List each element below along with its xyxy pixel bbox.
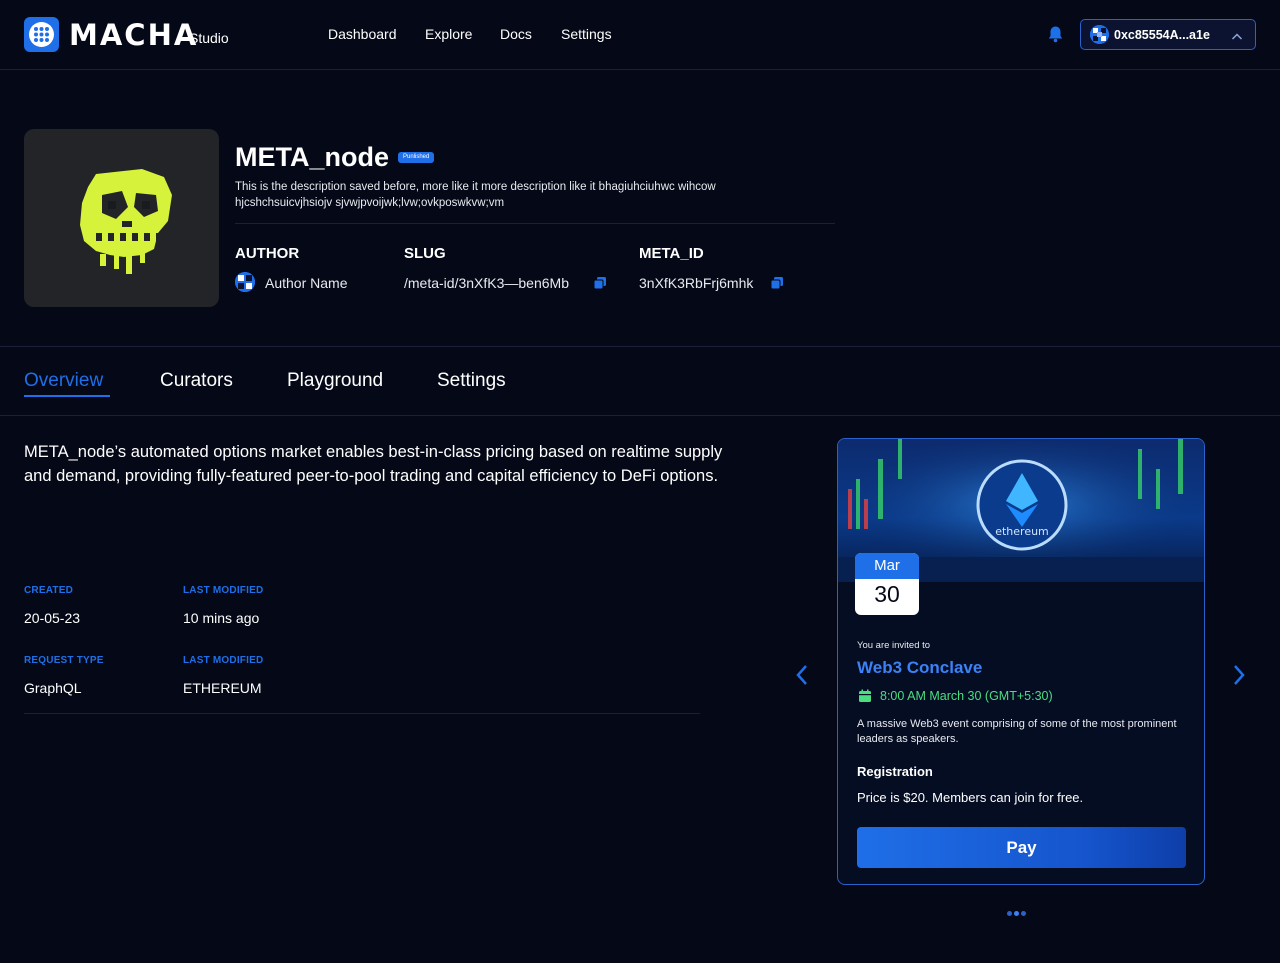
last-modified-value: 10 mins ago [183, 610, 260, 626]
carousel-prev-arrow-icon[interactable] [794, 663, 810, 692]
wallet-dropdown[interactable]: 0xc85554A...a1e [1080, 19, 1256, 50]
metaid-value: 3nXfK3RbFrj6mhk [639, 275, 754, 291]
copy-slug-icon[interactable] [593, 276, 607, 295]
event-description: A massive Web3 event comprising of some … [857, 718, 1177, 745]
brand-name: MACHA [69, 18, 199, 52]
metaid-label: META_ID [639, 245, 704, 262]
banner-text: ethereum [995, 525, 1049, 538]
request-type-value: GraphQL [24, 680, 82, 696]
slug-label: SLUG [404, 245, 446, 262]
created-label: CREATED [24, 585, 73, 596]
tab-bar: Overview Curators Playground Settings [0, 347, 1280, 416]
carousel-dots [1007, 903, 1028, 921]
wallet-avatar-icon [1090, 25, 1109, 44]
nav-link-explore[interactable]: Explore [425, 26, 472, 42]
registration-price: Price is $20. Members can join for free. [857, 790, 1084, 805]
carousel-dot-active[interactable] [1014, 911, 1019, 916]
project-title: META_node [235, 142, 389, 172]
tab-curators[interactable]: Curators [160, 370, 233, 392]
pay-button[interactable]: Pay [857, 827, 1186, 868]
divider [24, 713, 700, 714]
project-description: This is the description saved before, mo… [235, 181, 716, 209]
nav-link-docs[interactable]: Docs [500, 26, 532, 42]
project-avatar [24, 129, 219, 307]
notification-bell-icon[interactable] [1047, 25, 1064, 48]
last-modified-label: LAST MODIFIED [183, 585, 264, 596]
last-modified-value-2: ETHEREUM [183, 680, 262, 696]
last-modified-label-2: LAST MODIFIED [183, 655, 264, 666]
divider [235, 223, 835, 224]
top-navbar: MACHA Studio Dashboard Explore Docs Sett… [0, 0, 1280, 70]
ape-skull-icon [80, 169, 172, 274]
calendar-icon [858, 689, 872, 708]
invite-text: You are invited to [857, 640, 931, 651]
nav-link-dashboard[interactable]: Dashboard [328, 26, 397, 42]
copy-metaid-icon[interactable] [770, 276, 784, 295]
status-badge: Punlished [398, 152, 435, 163]
created-value: 20-05-23 [24, 610, 81, 626]
registration-label: Registration [857, 764, 933, 779]
tab-active-indicator [24, 395, 110, 397]
request-type-label: REQUEST TYPE [24, 655, 104, 666]
brand-subtitle: Studio [189, 30, 229, 46]
tab-settings[interactable]: Settings [437, 370, 506, 392]
tab-overview[interactable]: Overview [24, 370, 103, 392]
profile-header: META_node Punlished This is the descript… [0, 70, 1280, 347]
macha-logo-icon[interactable] [24, 17, 59, 52]
chevron-up-icon [1231, 29, 1243, 47]
wallet-address: 0xc85554A...a1e [1114, 28, 1210, 42]
event-card: ethereum Mar 30 You are invited to Web3 … [837, 438, 1205, 885]
event-title[interactable]: Web3 Conclave [857, 658, 982, 678]
carousel-dot[interactable] [1021, 911, 1026, 916]
tab-playground[interactable]: Playground [287, 370, 383, 392]
author-name[interactable]: Author Name [265, 275, 347, 291]
event-month: Mar [855, 553, 919, 579]
event-day: 30 [874, 581, 900, 607]
carousel-dot[interactable] [1007, 911, 1012, 916]
carousel-next-arrow-icon[interactable] [1231, 663, 1247, 692]
overview-text: META_node’s automated options market ena… [24, 443, 723, 485]
nav-link-settings[interactable]: Settings [561, 26, 612, 42]
slug-value: /meta-id/3nXfK3—ben6Mb [404, 275, 569, 291]
event-time: 8:00 AM March 30 (GMT+5:30) [880, 689, 1053, 703]
event-date: Mar 30 [855, 553, 919, 615]
author-avatar-icon [235, 272, 255, 292]
author-label: AUTHOR [235, 245, 300, 262]
